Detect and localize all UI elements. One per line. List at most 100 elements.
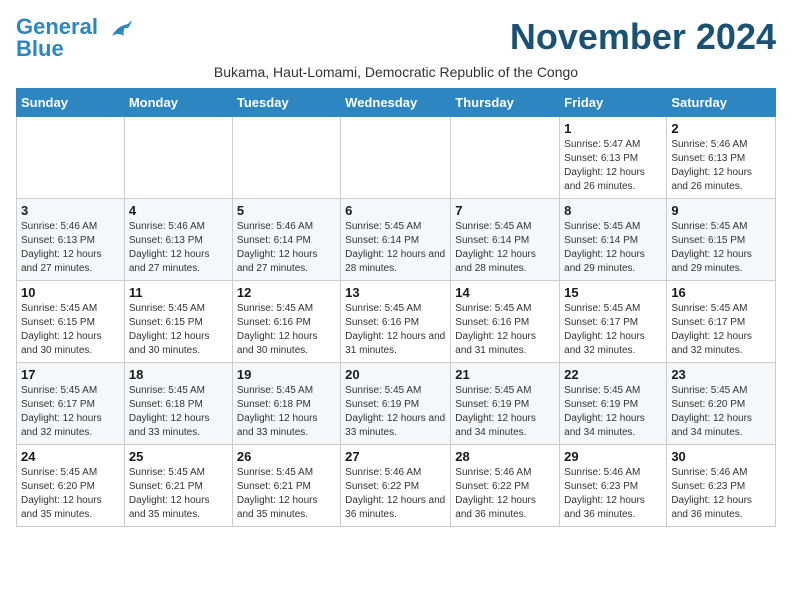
calendar-cell: 11 Sunrise: 5:45 AM Sunset: 6:15 PM Dayli… [124,281,232,363]
calendar-cell: 24 Sunrise: 5:45 AM Sunset: 6:20 PM Dayli… [17,445,125,527]
day-info: Sunrise: 5:45 AM Sunset: 6:21 PM Dayligh… [129,466,228,522]
day-info: Sunrise: 5:45 AM Sunset: 6:21 PM Dayligh… [237,466,336,522]
day-number: 20 [345,367,446,382]
day-info: Sunrise: 5:45 AM Sunset: 6:16 PM Dayligh… [455,302,555,358]
day-info: Sunrise: 5:46 AM Sunset: 6:13 PM Dayligh… [21,220,120,276]
calendar-cell [17,117,125,199]
logo: GeneralBlue [16,16,132,60]
calendar-cell: 18Sunrise: 5:45 AM Sunset: 6:18 PM Dayli… [124,363,232,445]
header-day-monday: Monday [124,89,232,117]
calendar-cell: 13 Sunrise: 5:45 AM Sunset: 6:16 PM Dayli… [341,281,451,363]
day-info: Sunrise: 5:45 AM Sunset: 6:14 PM Dayligh… [455,220,555,276]
day-number: 1 [564,121,662,136]
calendar-cell: 21 Sunrise: 5:45 AM Sunset: 6:19 PM Dayli… [451,363,560,445]
day-info: Sunrise: 5:45 AM Sunset: 6:20 PM Dayligh… [671,384,771,440]
day-number: 9 [671,203,771,218]
header: GeneralBlue November 2024 [16,16,776,60]
day-info: Sunrise: 5:45 AM Sunset: 6:20 PM Dayligh… [21,466,120,522]
day-info: Sunrise: 5:45 AM Sunset: 6:18 PM Dayligh… [237,384,336,440]
calendar-cell: 9 Sunrise: 5:45 AM Sunset: 6:15 PM Daylig… [667,199,776,281]
logo-text: GeneralBlue [16,16,98,60]
day-number: 29 [564,449,662,464]
calendar-cell: 30 Sunrise: 5:46 AM Sunset: 6:23 PM Dayli… [667,445,776,527]
calendar-cell: 10Sunrise: 5:45 AM Sunset: 6:15 PM Dayli… [17,281,125,363]
calendar-cell: 15 Sunrise: 5:45 AM Sunset: 6:17 PM Dayli… [560,281,667,363]
day-info: Sunrise: 5:45 AM Sunset: 6:15 PM Dayligh… [129,302,228,358]
day-info: Sunrise: 5:45 AM Sunset: 6:19 PM Dayligh… [455,384,555,440]
day-number: 4 [129,203,228,218]
day-number: 7 [455,203,555,218]
header-day-wednesday: Wednesday [341,89,451,117]
day-number: 10 [21,285,120,300]
day-info: Sunrise: 5:46 AM Sunset: 6:23 PM Dayligh… [671,466,771,522]
day-info: Sunrise: 5:46 AM Sunset: 6:22 PM Dayligh… [345,466,446,522]
calendar-cell [124,117,232,199]
calendar-cell: 25 Sunrise: 5:45 AM Sunset: 6:21 PM Dayli… [124,445,232,527]
calendar-cell: 16 Sunrise: 5:45 AM Sunset: 6:17 PM Dayli… [667,281,776,363]
calendar-week-1: 3 Sunrise: 5:46 AM Sunset: 6:13 PM Daylig… [17,199,776,281]
day-number: 22 [564,367,662,382]
calendar-header-row: SundayMondayTuesdayWednesdayThursdayFrid… [17,89,776,117]
calendar-cell: 2Sunrise: 5:46 AM Sunset: 6:13 PM Daylig… [667,117,776,199]
calendar-cell [341,117,451,199]
day-info: Sunrise: 5:46 AM Sunset: 6:14 PM Dayligh… [237,220,336,276]
calendar-cell: 28 Sunrise: 5:46 AM Sunset: 6:22 PM Dayli… [451,445,560,527]
day-info: Sunrise: 5:45 AM Sunset: 6:16 PM Dayligh… [237,302,336,358]
day-number: 2 [671,121,771,136]
calendar-cell: 5Sunrise: 5:46 AM Sunset: 6:14 PM Daylig… [232,199,340,281]
day-number: 17 [21,367,120,382]
calendar-week-0: 1 Sunrise: 5:47 AM Sunset: 6:13 PM Daylig… [17,117,776,199]
header-day-sunday: Sunday [17,89,125,117]
month-title: November 2024 [510,16,776,58]
subtitle: Bukama, Haut-Lomami, Democratic Republic… [16,64,776,80]
calendar-cell: 7 Sunrise: 5:45 AM Sunset: 6:14 PM Daylig… [451,199,560,281]
day-number: 16 [671,285,771,300]
day-number: 19 [237,367,336,382]
day-number: 26 [237,449,336,464]
header-day-friday: Friday [560,89,667,117]
day-number: 6 [345,203,446,218]
header-day-saturday: Saturday [667,89,776,117]
calendar-cell: 23 Sunrise: 5:45 AM Sunset: 6:20 PM Dayli… [667,363,776,445]
day-number: 27 [345,449,446,464]
day-info: Sunrise: 5:45 AM Sunset: 6:17 PM Dayligh… [564,302,662,358]
calendar-cell: 22Sunrise: 5:45 AM Sunset: 6:19 PM Dayli… [560,363,667,445]
day-number: 18 [129,367,228,382]
calendar-week-3: 17 Sunrise: 5:45 AM Sunset: 6:17 PM Dayli… [17,363,776,445]
day-number: 15 [564,285,662,300]
header-day-tuesday: Tuesday [232,89,340,117]
day-info: Sunrise: 5:45 AM Sunset: 6:17 PM Dayligh… [21,384,120,440]
day-number: 3 [21,203,120,218]
calendar-cell: 20Sunrise: 5:45 AM Sunset: 6:19 PM Dayli… [341,363,451,445]
day-number: 8 [564,203,662,218]
calendar-cell: 3 Sunrise: 5:46 AM Sunset: 6:13 PM Daylig… [17,199,125,281]
day-number: 11 [129,285,228,300]
day-info: Sunrise: 5:45 AM Sunset: 6:15 PM Dayligh… [671,220,771,276]
day-number: 30 [671,449,771,464]
calendar-cell: 1 Sunrise: 5:47 AM Sunset: 6:13 PM Daylig… [560,117,667,199]
day-number: 21 [455,367,555,382]
day-number: 28 [455,449,555,464]
calendar-cell: 26 Sunrise: 5:45 AM Sunset: 6:21 PM Dayli… [232,445,340,527]
day-info: Sunrise: 5:47 AM Sunset: 6:13 PM Dayligh… [564,138,662,194]
day-number: 23 [671,367,771,382]
day-info: Sunrise: 5:45 AM Sunset: 6:17 PM Dayligh… [671,302,771,358]
calendar-cell: 4 Sunrise: 5:46 AM Sunset: 6:13 PM Daylig… [124,199,232,281]
day-number: 24 [21,449,120,464]
calendar-cell: 27 Sunrise: 5:46 AM Sunset: 6:22 PM Dayli… [341,445,451,527]
logo-bird-icon [102,18,132,48]
calendar-week-2: 10 Sunrise: 5:45 AM Sunset: 6:15 PM Dayli… [17,281,776,363]
calendar-cell: 14 Sunrise: 5:45 AM Sunset: 6:16 PM Dayli… [451,281,560,363]
day-number: 25 [129,449,228,464]
calendar-cell [232,117,340,199]
calendar-table: SundayMondayTuesdayWednesdayThursdayFrid… [16,88,776,527]
day-number: 14 [455,285,555,300]
calendar-cell: 8Sunrise: 5:45 AM Sunset: 6:14 PM Daylig… [560,199,667,281]
day-number: 12 [237,285,336,300]
day-info: Sunrise: 5:46 AM Sunset: 6:13 PM Dayligh… [129,220,228,276]
day-info: Sunrise: 5:45 AM Sunset: 6:16 PM Dayligh… [345,302,446,358]
day-info: Sunrise: 5:46 AM Sunset: 6:22 PM Dayligh… [455,466,555,522]
calendar-cell: 6Sunrise: 5:45 AM Sunset: 6:14 PM Daylig… [341,199,451,281]
calendar-cell: 12 Sunrise: 5:45 AM Sunset: 6:16 PM Dayli… [232,281,340,363]
day-number: 13 [345,285,446,300]
